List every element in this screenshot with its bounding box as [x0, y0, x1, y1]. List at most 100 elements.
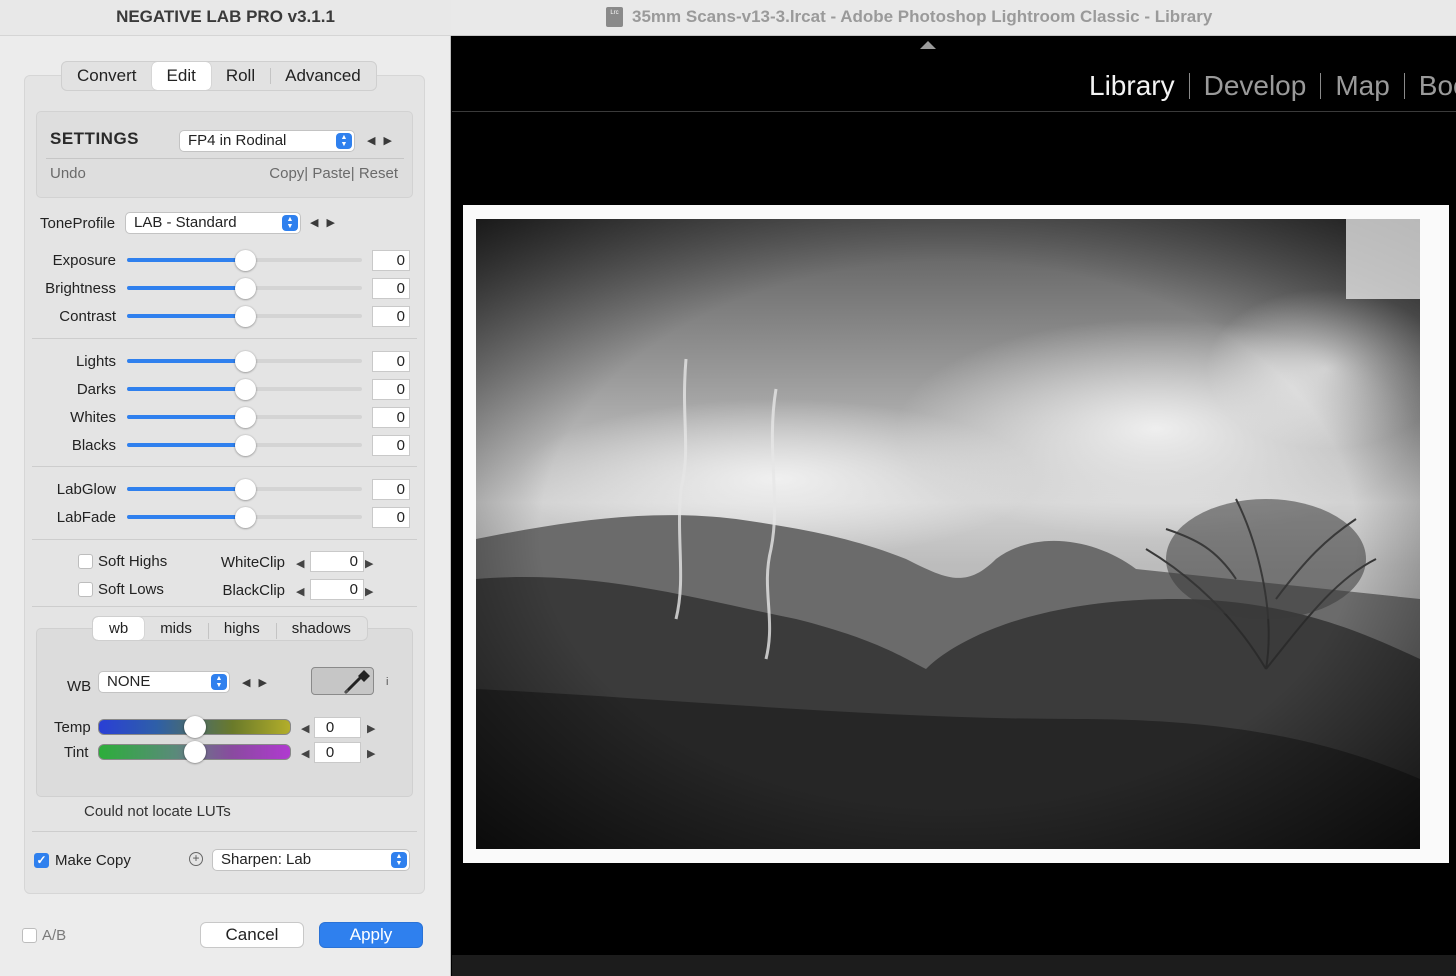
- slider-knob[interactable]: [234, 379, 256, 400]
- wb-label: WB: [67, 678, 92, 695]
- main-tab-bar: Convert Edit Roll Advanced: [61, 61, 377, 91]
- wb-picker-button[interactable]: [311, 667, 374, 695]
- labglow-slider[interactable]: [127, 479, 362, 500]
- tint-decrease-icon[interactable]: ◀: [301, 747, 309, 760]
- settings-section: SETTINGS FP4 in Rodinal ▲ ▼ ◀▶ Undo Copy|…: [36, 111, 413, 198]
- module-picker: Library Develop Map Boo: [1089, 68, 1456, 104]
- module-book[interactable]: Boo: [1405, 70, 1456, 102]
- lights-label: Lights: [75, 353, 116, 370]
- slider-knob[interactable]: [234, 435, 256, 456]
- contrast-slider[interactable]: [127, 306, 362, 327]
- blacks-value[interactable]: 0: [372, 435, 410, 456]
- whiteclip-value[interactable]: 0: [310, 551, 364, 572]
- module-map[interactable]: Map: [1321, 70, 1403, 102]
- tab-edit[interactable]: Edit: [151, 62, 211, 90]
- temp-decrease-icon[interactable]: ◀: [301, 722, 309, 735]
- whiteclip-decrease-icon[interactable]: ◀: [296, 557, 304, 570]
- brightness-value[interactable]: 0: [372, 278, 410, 299]
- ab-checkbox[interactable]: [22, 928, 37, 943]
- slider-knob[interactable]: [234, 250, 256, 271]
- tab-advanced[interactable]: Advanced: [270, 62, 376, 90]
- tone-profile-select[interactable]: LAB - Standard ▲ ▼: [125, 212, 301, 234]
- temp-value[interactable]: 0: [314, 717, 361, 738]
- tint-value[interactable]: 0: [314, 742, 361, 763]
- soft-lows-checkbox[interactable]: [78, 582, 93, 597]
- soft-highs-label: Soft Highs: [98, 553, 168, 570]
- next-preset-button[interactable]: ▶: [383, 135, 399, 147]
- slider-knob[interactable]: [234, 507, 256, 528]
- slider-knob[interactable]: [183, 741, 206, 763]
- whites-slider[interactable]: [127, 407, 362, 428]
- slider-knob[interactable]: [234, 306, 256, 327]
- darks-value[interactable]: 0: [372, 379, 410, 400]
- slider-knob[interactable]: [183, 716, 206, 738]
- prev-wb-button[interactable]: ◀: [242, 677, 258, 689]
- undo-link[interactable]: Undo: [50, 165, 86, 182]
- ab-label: A/B: [42, 927, 67, 944]
- settings-divider: [46, 158, 404, 159]
- prev-preset-button[interactable]: ◀: [367, 135, 383, 147]
- brightness-slider[interactable]: [127, 278, 362, 299]
- blackclip-decrease-icon[interactable]: ◀: [296, 585, 304, 598]
- labfade-slider[interactable]: [127, 507, 362, 528]
- slider-knob[interactable]: [234, 407, 256, 428]
- select-stepper-icon: ▲ ▼: [211, 674, 227, 690]
- module-library[interactable]: Library: [1089, 70, 1189, 102]
- tint-slider[interactable]: [98, 741, 291, 763]
- sharpen-select[interactable]: Sharpen: Lab ▲ ▼: [212, 849, 410, 871]
- settings-preset-select[interactable]: FP4 in Rodinal ▲ ▼: [179, 130, 355, 152]
- whiteclip-increase-icon[interactable]: ▶: [365, 557, 373, 570]
- labfade-value[interactable]: 0: [372, 507, 410, 528]
- reset-link[interactable]: Reset: [359, 165, 398, 182]
- prev-tone-button[interactable]: ◀: [310, 217, 326, 229]
- lights-slider[interactable]: [127, 351, 362, 372]
- labglow-value[interactable]: 0: [372, 479, 410, 500]
- section-divider: [32, 539, 417, 540]
- slider-knob[interactable]: [234, 351, 256, 372]
- exposure-value[interactable]: 0: [372, 250, 410, 271]
- apply-button[interactable]: Apply: [319, 922, 423, 948]
- darks-slider[interactable]: [127, 379, 362, 400]
- tab-highs[interactable]: highs: [207, 617, 276, 640]
- tab-mids[interactable]: mids: [144, 617, 208, 640]
- module-develop[interactable]: Develop: [1190, 70, 1321, 102]
- next-tone-button[interactable]: ▶: [326, 217, 342, 229]
- tab-roll[interactable]: Roll: [211, 62, 270, 90]
- soft-highs-checkbox[interactable]: [78, 554, 93, 569]
- catalog-document-icon: Lrc: [606, 7, 623, 27]
- temp-increase-icon[interactable]: ▶: [367, 722, 375, 735]
- slider-knob[interactable]: [234, 479, 256, 500]
- make-copy-checkbox[interactable]: ✓: [34, 853, 49, 868]
- settings-label: SETTINGS: [50, 129, 140, 148]
- info-icon[interactable]: i: [386, 676, 388, 688]
- brightness-label: Brightness: [45, 280, 116, 297]
- tab-shadows[interactable]: shadows: [275, 617, 367, 640]
- whites-value[interactable]: 0: [372, 407, 410, 428]
- lights-value[interactable]: 0: [372, 351, 410, 372]
- tint-increase-icon[interactable]: ▶: [367, 747, 375, 760]
- wb-select[interactable]: NONE ▲ ▼: [98, 671, 230, 693]
- filmstrip-bar: [452, 955, 1456, 976]
- add-sharpen-icon[interactable]: +: [189, 852, 203, 866]
- copy-paste-reset: Copy| Paste| Reset: [269, 165, 398, 182]
- slider-knob[interactable]: [234, 278, 256, 299]
- paste-link[interactable]: Paste: [312, 165, 350, 182]
- blackclip-increase-icon[interactable]: ▶: [365, 585, 373, 598]
- blackclip-value[interactable]: 0: [310, 579, 364, 600]
- tab-convert[interactable]: Convert: [62, 62, 152, 90]
- temp-slider[interactable]: [98, 716, 291, 738]
- tab-wb[interactable]: wb: [93, 617, 145, 640]
- tone-profile-label: ToneProfile: [40, 215, 116, 232]
- blackclip-label: BlackClip: [222, 582, 285, 599]
- collapse-top-panel-icon[interactable]: [920, 41, 936, 49]
- exposure-slider[interactable]: [127, 250, 362, 271]
- negative-lab-pro-dialog: NEGATIVE LAB PRO v3.1.1 Convert Edit Rol…: [0, 0, 451, 976]
- contrast-value[interactable]: 0: [372, 306, 410, 327]
- photo-preview[interactable]: [463, 205, 1449, 863]
- section-divider: [32, 606, 417, 607]
- copy-link[interactable]: Copy: [269, 165, 304, 182]
- labfade-label: LabFade: [56, 509, 116, 526]
- next-wb-button[interactable]: ▶: [258, 677, 274, 689]
- cancel-button[interactable]: Cancel: [200, 922, 304, 948]
- blacks-slider[interactable]: [127, 435, 362, 456]
